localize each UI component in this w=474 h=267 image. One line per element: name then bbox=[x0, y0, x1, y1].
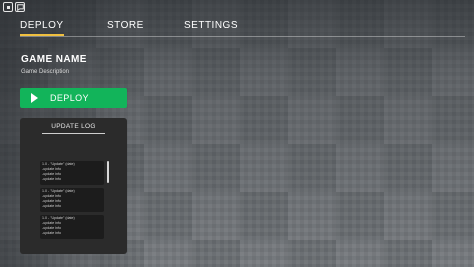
update-log-panel: UPDATE LOG 1.0 - "Update" (date) -update… bbox=[20, 118, 127, 254]
entry-line: -update info bbox=[42, 231, 61, 235]
update-log-entry: 1.0 - "Update" (date) -update info -upda… bbox=[40, 215, 104, 239]
roblox-menu-icon[interactable] bbox=[3, 2, 13, 12]
title-divider bbox=[42, 133, 105, 134]
game-description: Game Description bbox=[21, 69, 70, 75]
update-log-title: UPDATE LOG bbox=[51, 123, 96, 130]
update-log-list[interactable]: 1.0 - "Update" (date) -update info -upda… bbox=[40, 161, 110, 243]
entry-line: -update info bbox=[42, 204, 61, 208]
deploy-button-label: DEPLOY bbox=[50, 93, 89, 103]
game-name: GAME NAME bbox=[21, 54, 87, 65]
entry-line: -update info bbox=[42, 177, 61, 181]
update-log-entry: 1.0 - "Update" (date) -update info -upda… bbox=[40, 188, 104, 212]
tab-settings[interactable]: SETTINGS bbox=[184, 20, 238, 31]
update-log-entry: 1.0 - "Update" (date) -update info -upda… bbox=[40, 161, 104, 185]
tab-deploy[interactable]: DEPLOY bbox=[20, 20, 64, 36]
chat-icon[interactable] bbox=[15, 2, 25, 12]
update-log-scrollbar[interactable] bbox=[107, 161, 109, 183]
nav-bar: DEPLOY STORE SETTINGS bbox=[20, 20, 465, 37]
deploy-button[interactable]: DEPLOY bbox=[20, 88, 127, 108]
top-left-icons bbox=[3, 2, 25, 12]
play-icon bbox=[31, 93, 38, 103]
tab-store[interactable]: STORE bbox=[107, 20, 144, 31]
